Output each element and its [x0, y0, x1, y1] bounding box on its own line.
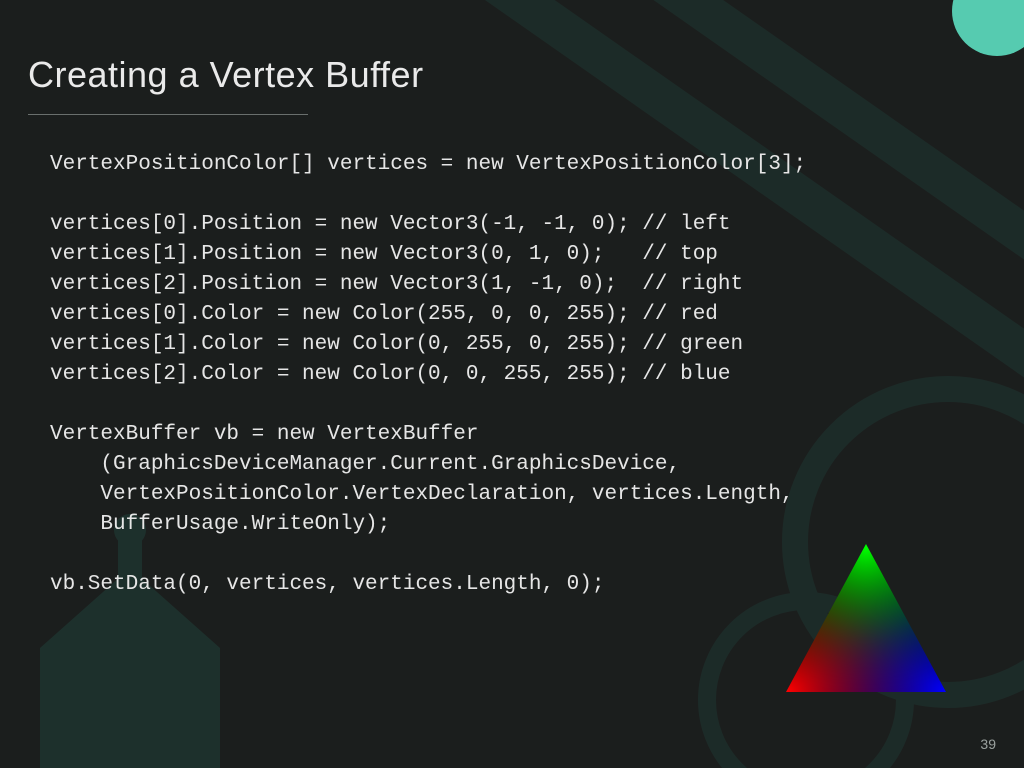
page-title: Creating a Vertex Buffer [28, 54, 424, 96]
code-block: VertexPositionColor[] vertices = new Ver… [50, 150, 806, 600]
rgb-triangle-icon [776, 538, 956, 698]
slide: Creating a Vertex Buffer VertexPositionC… [0, 0, 1024, 768]
title-underline [28, 114, 308, 115]
page-number: 39 [980, 736, 996, 752]
